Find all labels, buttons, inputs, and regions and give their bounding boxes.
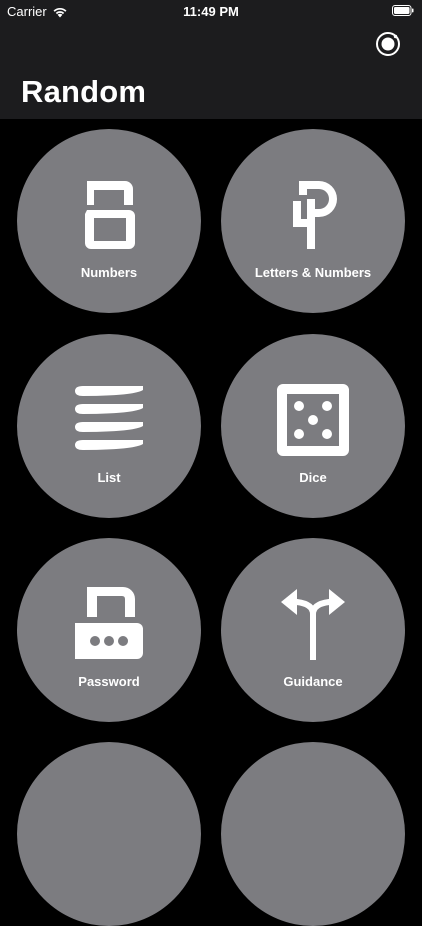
status-time: 11:49 PM bbox=[183, 4, 239, 19]
tile-more-right[interactable] bbox=[221, 742, 405, 926]
tile-password[interactable]: Password bbox=[17, 538, 201, 722]
list-lines-icon bbox=[75, 386, 143, 450]
tile-label: Letters & Numbers bbox=[254, 265, 372, 280]
digit-eight-icon bbox=[85, 181, 135, 249]
tile-guidance[interactable]: Guidance bbox=[221, 538, 405, 722]
tile-label: Numbers bbox=[80, 265, 138, 280]
tile-dice[interactable]: Dice bbox=[221, 334, 405, 518]
tile-label: List bbox=[97, 470, 121, 485]
tile-label: Dice bbox=[299, 470, 327, 485]
tile-numbers[interactable]: Numbers bbox=[17, 129, 201, 313]
tile-label: Password bbox=[78, 674, 140, 689]
page-title: Random bbox=[21, 74, 147, 109]
tile-label: Guidance bbox=[283, 674, 343, 689]
status-bar: Carrier 11:49 PM bbox=[0, 0, 422, 22]
split-arrow-icon bbox=[281, 589, 345, 660]
tile-letters-numbers[interactable]: Letters & Numbers bbox=[221, 129, 405, 313]
tile-more-left[interactable] bbox=[17, 742, 201, 926]
dice-five-icon bbox=[277, 384, 349, 456]
navigation-bar: Random bbox=[0, 22, 422, 119]
gear-icon[interactable] bbox=[375, 31, 401, 57]
padlock-icon bbox=[75, 587, 143, 659]
battery-icon bbox=[392, 5, 414, 16]
letter-p-digit-four-icon bbox=[293, 181, 337, 249]
tile-list[interactable]: List bbox=[17, 334, 201, 518]
